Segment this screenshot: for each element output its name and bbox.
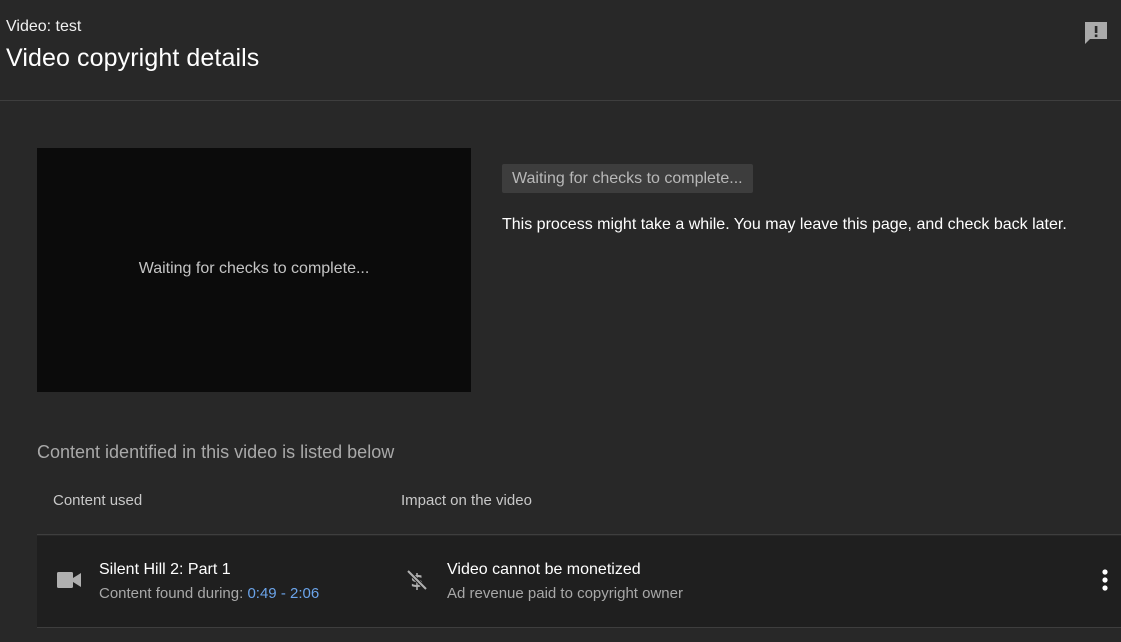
content-title: Silent Hill 2: Part 1 (99, 561, 231, 578)
no-monetization-icon: $ (406, 569, 428, 592)
content-section-heading: Content identified in this video is list… (37, 442, 395, 462)
video-label: Video: test (6, 18, 82, 35)
copyright-details-page: Video: test Video copyright details Wait… (0, 0, 1121, 642)
video-camera-icon (57, 572, 81, 588)
content-found-prefix: Content found during: (99, 585, 248, 602)
content-found-during: Content found during: 0:49 - 2:06 (99, 585, 319, 602)
impact-subtitle: Ad revenue paid to copyright owner (447, 585, 683, 602)
more-actions-button[interactable] (1095, 567, 1115, 593)
table-divider (37, 534, 1121, 535)
column-header-impact: Impact on the video (401, 492, 532, 509)
preview-status-text: Waiting for checks to complete... (138, 260, 370, 277)
page-title: Video copyright details (6, 44, 260, 72)
row-divider (37, 627, 1121, 628)
feedback-icon (1085, 22, 1107, 44)
more-vert-icon (1102, 569, 1108, 591)
feedback-button[interactable] (1082, 19, 1110, 47)
page-header: Video: test Video copyright details (0, 0, 1121, 101)
status-chip: Waiting for checks to complete... (502, 164, 753, 193)
impact-title: Video cannot be monetized (447, 561, 641, 578)
timestamp-link[interactable]: 0:49 - 2:06 (247, 585, 319, 602)
video-preview: Waiting for checks to complete... (37, 148, 471, 392)
table-row[interactable]: Silent Hill 2: Part 1 Content found duri… (37, 536, 1121, 627)
column-header-content-used: Content used (53, 492, 143, 509)
status-description: This process might take a while. You may… (502, 216, 1067, 233)
